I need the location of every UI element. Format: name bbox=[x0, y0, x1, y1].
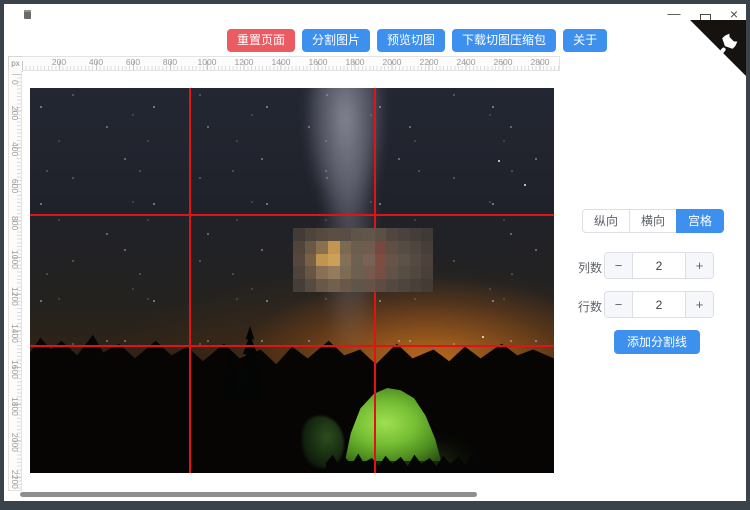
download-zip-button[interactable]: 下载切图压缩包 bbox=[452, 29, 556, 52]
tab-vertical[interactable]: 纵向 bbox=[582, 209, 630, 233]
censored-mosaic bbox=[293, 228, 433, 292]
columns-input[interactable] bbox=[633, 253, 685, 278]
tab-grid[interactable]: 宫格 bbox=[676, 209, 724, 233]
h-ruler-tick-label: 1000 bbox=[194, 57, 220, 67]
tab-horizontal[interactable]: 横向 bbox=[629, 209, 677, 233]
split-mode-tabs: 纵向 横向 宫格 bbox=[582, 209, 724, 233]
v-ruler-tick-label: 1000 bbox=[9, 245, 21, 273]
rows-stepper: − + bbox=[604, 291, 714, 318]
bright-star bbox=[482, 336, 484, 338]
maximize-button[interactable] bbox=[0, 5, 20, 23]
h-ruler-tick-label: 600 bbox=[120, 57, 146, 67]
v-ruler-tick-label: 1800 bbox=[9, 392, 21, 420]
split-image-button[interactable]: 分割图片 bbox=[302, 29, 370, 52]
h-ruler-tick-label: 200 bbox=[46, 57, 72, 67]
v-ruler-tick-label: 800 bbox=[9, 209, 21, 237]
rows-increment-button[interactable]: + bbox=[685, 292, 713, 317]
rows-decrement-button[interactable]: − bbox=[605, 292, 633, 317]
h-ruler-tick-label: 1400 bbox=[268, 57, 294, 67]
rows-input[interactable] bbox=[633, 292, 685, 317]
bright-star bbox=[498, 160, 500, 162]
h-ruler-tick-label: 2400 bbox=[453, 57, 479, 67]
h-ruler-tick-label: 1200 bbox=[231, 57, 257, 67]
vertical-split-line-1[interactable] bbox=[189, 88, 191, 473]
h-ruler-tick-label: 2600 bbox=[490, 57, 516, 67]
h-ruler-tick-label: 400 bbox=[83, 57, 109, 67]
app-icon bbox=[24, 10, 31, 19]
v-ruler-tick-label: 2000 bbox=[9, 428, 21, 456]
toolbar: 重置页面 分割图片 预览切图 下载切图压缩包 关于 bbox=[227, 29, 607, 52]
h-ruler-tick-label: 2800 bbox=[527, 57, 553, 67]
h-ruler-tick-label: 2000 bbox=[379, 57, 405, 67]
v-ruler-tick-label: 200 bbox=[9, 99, 21, 127]
star-field bbox=[30, 88, 554, 388]
h-ruler-tick-label: 1800 bbox=[342, 57, 368, 67]
v-ruler-tick-label: 1200 bbox=[9, 282, 21, 310]
columns-increment-button[interactable]: + bbox=[685, 253, 713, 278]
about-button[interactable]: 关于 bbox=[563, 29, 607, 52]
v-ruler-tick-label: 400 bbox=[9, 135, 21, 163]
horizontal-scrollbar[interactable] bbox=[20, 492, 477, 497]
preview-slices-button[interactable]: 预览切图 bbox=[377, 29, 445, 52]
v-ruler-tick-label: 2200 bbox=[9, 465, 21, 493]
horizontal-split-line-1[interactable] bbox=[30, 214, 554, 216]
add-split-line-button[interactable]: 添加分割线 bbox=[614, 330, 700, 354]
columns-label: 列数 bbox=[578, 259, 602, 276]
bright-star bbox=[524, 184, 526, 186]
image-canvas[interactable] bbox=[30, 88, 554, 473]
reset-page-button[interactable]: 重置页面 bbox=[227, 29, 295, 52]
horizontal-split-line-2[interactable] bbox=[30, 345, 554, 347]
h-ruler-tick-label: 1600 bbox=[305, 57, 331, 67]
v-ruler-tick-label: 600 bbox=[9, 172, 21, 200]
h-ruler-tick-label: 2200 bbox=[416, 57, 442, 67]
columns-stepper: − + bbox=[604, 252, 714, 279]
rows-label: 行数 bbox=[578, 298, 602, 315]
v-ruler-tick-label: 1400 bbox=[9, 319, 21, 347]
columns-decrement-button[interactable]: − bbox=[605, 253, 633, 278]
minimize-button[interactable]: — bbox=[664, 5, 684, 23]
v-ruler-tick-label: 0 bbox=[9, 68, 21, 96]
h-ruler-tick-label: 800 bbox=[157, 57, 183, 67]
v-ruler-tick-label: 1600 bbox=[9, 355, 21, 383]
